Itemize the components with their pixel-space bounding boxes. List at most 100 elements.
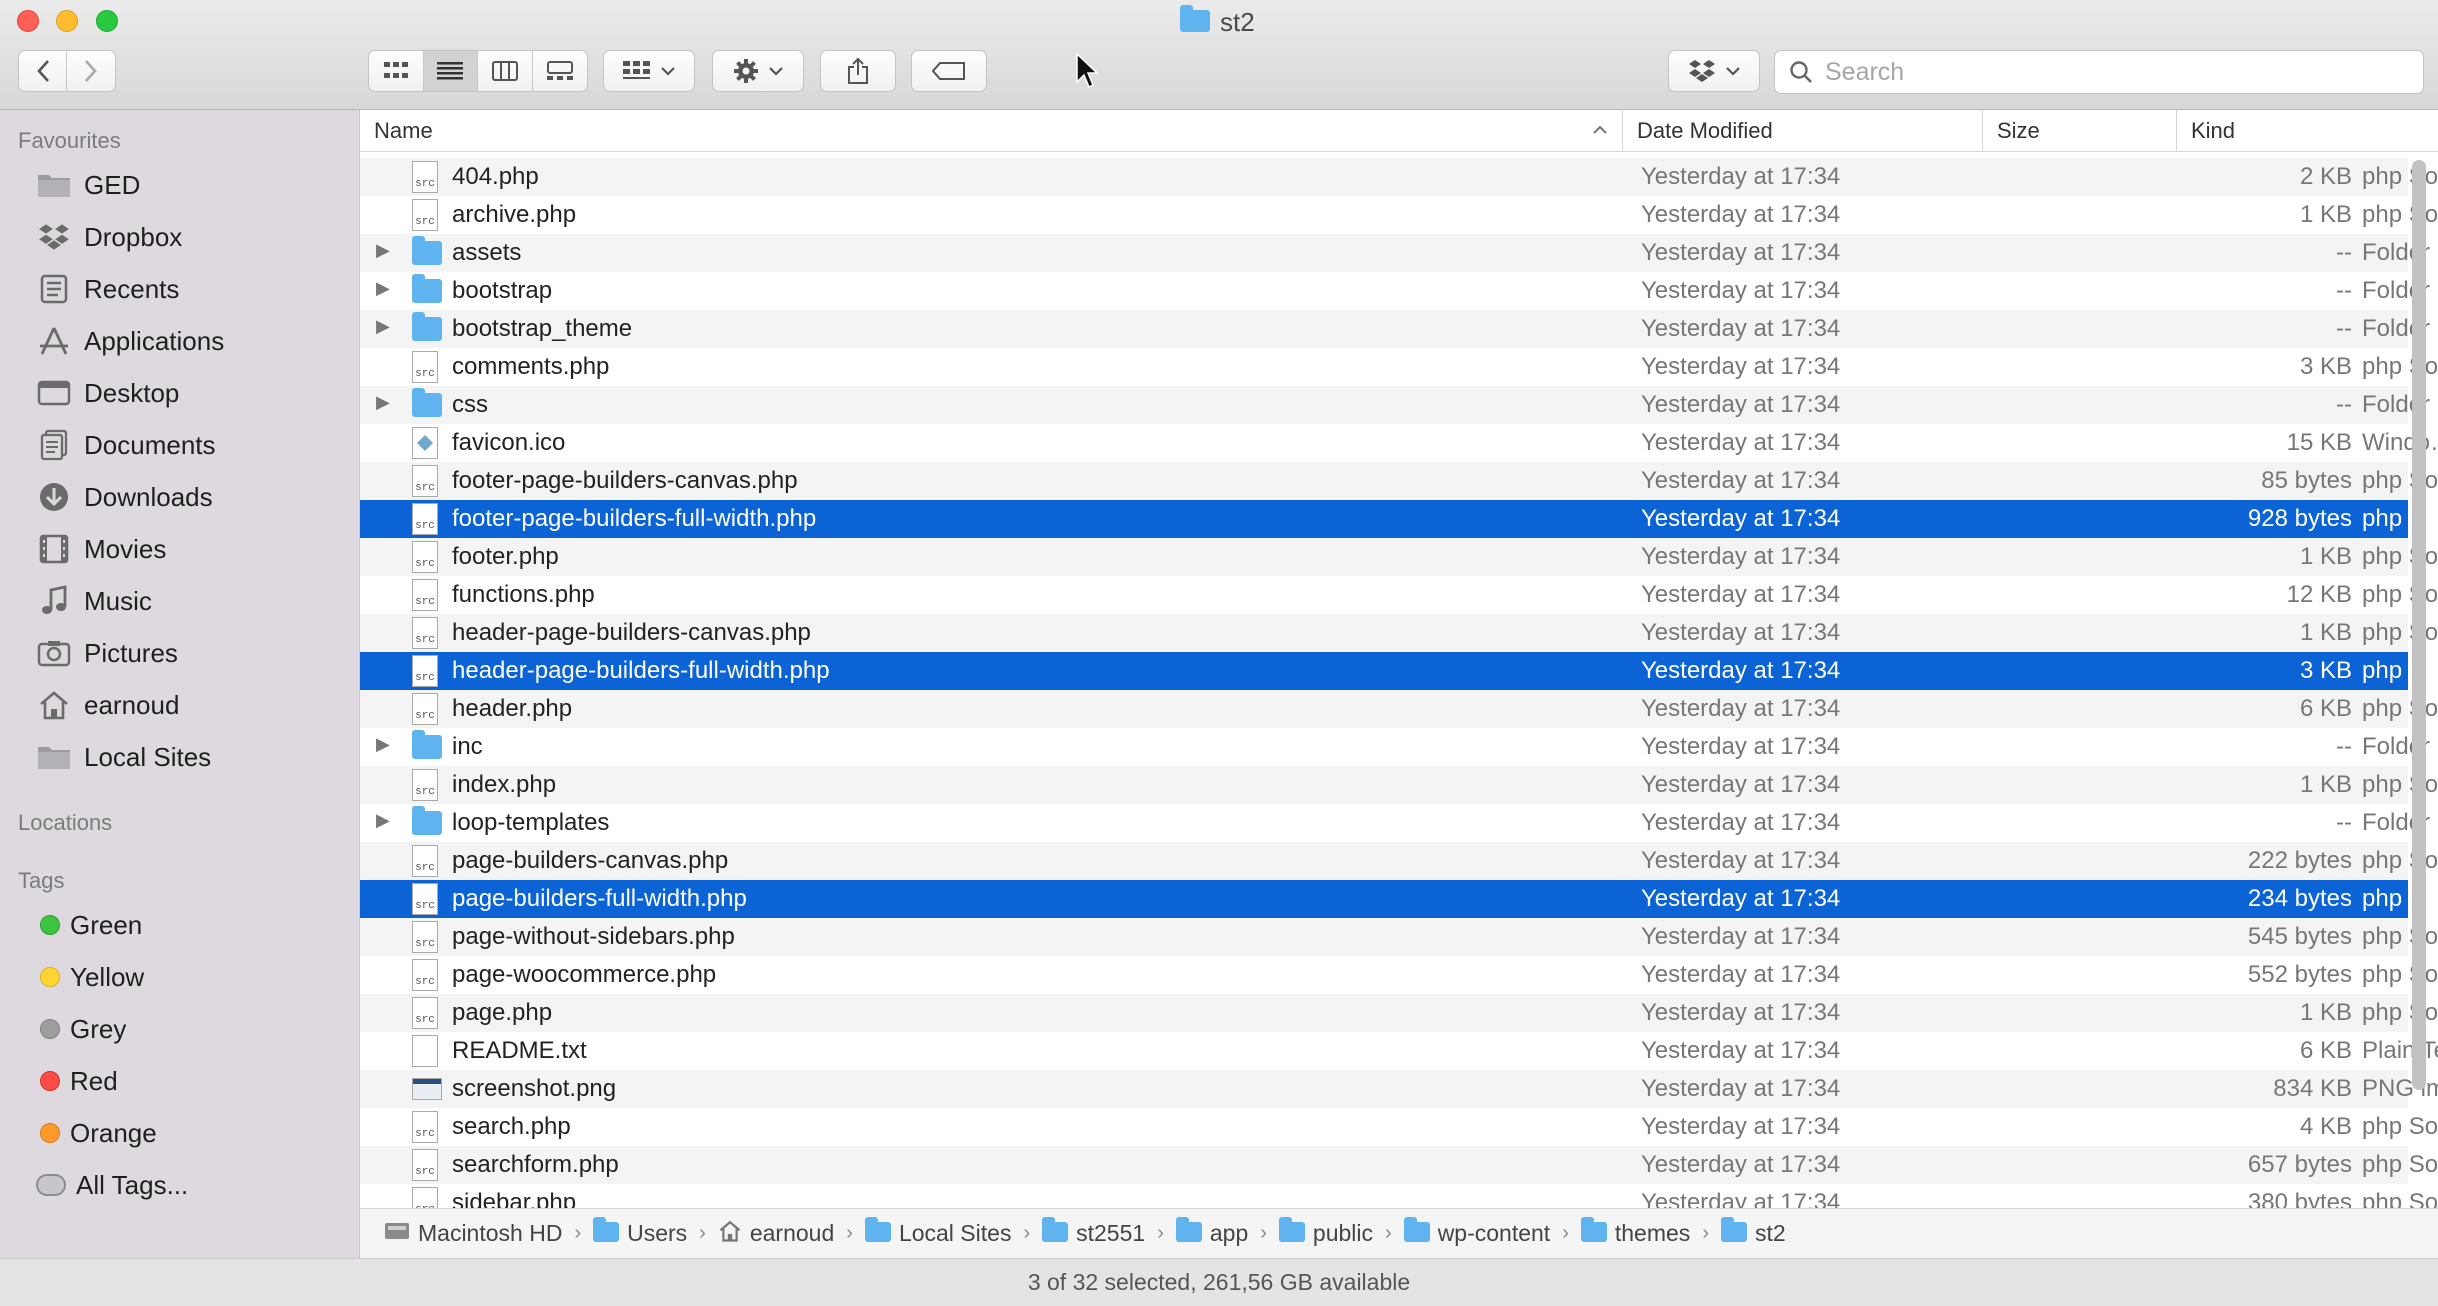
table-row[interactable]: src search.php Yesterday at 17:34 4 KB php S… xyxy=(360,1108,2438,1146)
table-row[interactable]: ▶ assets Yesterday at 17:34 -- Folder xyxy=(360,234,2430,272)
table-row[interactable]: src index.php Yesterday at 17:34 1 KB php So… xyxy=(360,766,2438,804)
table-row[interactable]: ▶ css Yesterday at 17:34 -- Folder xyxy=(360,386,2430,424)
sidebar-item-recents[interactable]: Recents xyxy=(0,264,360,314)
file-name: assets xyxy=(452,239,522,266)
table-row[interactable]: ▶ bootstrap Yesterday at 17:34 -- Folder xyxy=(360,272,2430,310)
column-view-button[interactable] xyxy=(478,51,533,91)
search-input[interactable] xyxy=(1825,57,2385,87)
path-crumb[interactable]: Users xyxy=(593,1217,687,1248)
disclosure-triangle-icon[interactable]: ▶ xyxy=(376,278,390,299)
search-field[interactable] xyxy=(1774,50,2424,94)
sidebar-heading-locations: Locations xyxy=(18,810,113,835)
sidebar-item-local-sites[interactable]: Local Sites xyxy=(0,732,360,782)
table-row[interactable]: src footer-page-builders-full-width.php Ye… xyxy=(360,500,2438,538)
table-row[interactable]: src page-without-sidebars.php Yesterday at… xyxy=(360,918,2438,956)
table-row[interactable]: src footer-page-builders-canvas.php Yester… xyxy=(360,462,2438,500)
sidebar-tag-grey[interactable]: Grey xyxy=(0,1004,360,1054)
path-crumb[interactable]: app xyxy=(1175,1217,1248,1248)
sidebar-item-pictures[interactable]: Pictures xyxy=(0,628,360,678)
column-header-date-modified[interactable]: Date Modified xyxy=(1622,110,1982,152)
path-crumb[interactable]: Macintosh HD xyxy=(384,1220,562,1248)
applications-icon xyxy=(34,324,74,358)
file-date-modified: Yesterday at 17:34 xyxy=(1641,353,1841,380)
sidebar-item-applications[interactable]: Applications xyxy=(0,316,360,366)
disclosure-triangle-icon[interactable]: ▶ xyxy=(376,240,390,261)
path-crumb[interactable]: wp-content xyxy=(1403,1217,1550,1248)
folder-icon xyxy=(412,274,442,307)
file-name: favicon.ico xyxy=(452,429,566,456)
table-row[interactable]: favicon.ico Yesterday at 17:34 15 KB Windo…… xyxy=(360,424,2438,462)
sidebar-tag-green[interactable]: Green xyxy=(0,900,360,950)
sidebar-item-documents[interactable]: Documents xyxy=(0,420,360,470)
column-header-size[interactable]: Size xyxy=(1982,110,2176,152)
dropbox-menu-button[interactable] xyxy=(1668,50,1760,92)
source-file-icon: src xyxy=(412,199,442,231)
path-crumb[interactable]: st2551 xyxy=(1042,1217,1145,1248)
column-header-kind[interactable]: Kind xyxy=(2176,110,2438,152)
sidebar-tag-orange[interactable]: Orange xyxy=(0,1108,360,1158)
close-window-button[interactable] xyxy=(17,10,39,32)
zoom-window-button[interactable] xyxy=(96,10,118,32)
table-row[interactable]: ▶ loop-templates Yesterday at 17:34 -- Folde… xyxy=(360,804,2430,842)
sidebar-item-ged[interactable]: GED xyxy=(0,160,360,210)
table-row[interactable]: src functions.php Yesterday at 17:34 12 KB p… xyxy=(360,576,2438,614)
back-button[interactable] xyxy=(19,51,68,91)
table-row[interactable]: README.txt Yesterday at 17:34 6 KB Plain Te… xyxy=(360,1032,2438,1070)
table-row[interactable]: src footer.php Yesterday at 17:34 1 KB php S… xyxy=(360,538,2438,576)
file-date-modified: Yesterday at 17:34 xyxy=(1641,847,1841,874)
table-row[interactable]: src archive.php Yesterday at 17:34 1 KB php … xyxy=(360,196,2438,234)
sidebar-item-dropbox[interactable]: Dropbox xyxy=(0,212,360,262)
table-row[interactable]: src page-builders-canvas.php Yesterday at … xyxy=(360,842,2438,880)
table-row[interactable]: screenshot.png Yesterday at 17:34 834 KB PN… xyxy=(360,1070,2438,1108)
disclosure-triangle-icon[interactable]: ▶ xyxy=(376,392,390,413)
disclosure-triangle-icon[interactable]: ▶ xyxy=(376,734,390,755)
path-crumb[interactable]: earnoud xyxy=(718,1220,834,1248)
path-crumb[interactable]: themes xyxy=(1580,1217,1690,1248)
file-size: 1 KB xyxy=(2299,619,2352,646)
list-view-button[interactable] xyxy=(423,51,478,91)
file-date-modified: Yesterday at 17:34 xyxy=(1641,315,1841,342)
sidebar-item-desktop[interactable]: Desktop xyxy=(0,368,360,418)
minimize-window-button[interactable] xyxy=(56,10,78,32)
path-crumb-label: Macintosh HD xyxy=(418,1220,563,1246)
table-row[interactable]: ▶ bootstrap_theme Yesterday at 17:34 -- Fold… xyxy=(360,310,2430,348)
edit-tags-button[interactable] xyxy=(911,50,987,92)
path-crumb[interactable]: st2 xyxy=(1720,1217,1786,1248)
column-header-name[interactable]: Name xyxy=(360,110,1622,152)
path-crumb[interactable]: Local Sites xyxy=(864,1217,1011,1248)
table-row[interactable]: src comments.php Yesterday at 17:34 3 KB php… xyxy=(360,348,2438,386)
sidebar: Favourites GED Dropbox Recents Applicati… xyxy=(0,110,360,1262)
sidebar-item-earnoud[interactable]: earnoud xyxy=(0,680,360,730)
icon-view-button[interactable] xyxy=(369,51,424,91)
gallery-view-button[interactable] xyxy=(533,51,588,91)
table-row[interactable]: src 404.php Yesterday at 17:34 2 KB php Sour… xyxy=(360,158,2438,196)
disclosure-triangle-icon[interactable]: ▶ xyxy=(376,810,390,831)
downloads-icon xyxy=(34,480,74,514)
table-row[interactable]: src page.php Yesterday at 17:34 1 KB php Sou… xyxy=(360,994,2438,1032)
forward-button[interactable] xyxy=(67,51,115,91)
table-row[interactable]: ▶ inc Yesterday at 17:34 -- Folder xyxy=(360,728,2430,766)
image-file-icon xyxy=(412,1073,442,1105)
table-row[interactable]: src page-woocommerce.php Yesterday at 17:3… xyxy=(360,956,2438,994)
table-row[interactable]: src page-builders-full-width.php Yesterday… xyxy=(360,880,2438,918)
table-row[interactable]: src header-page-builders-canvas.php Yester… xyxy=(360,614,2438,652)
sidebar-tag-red[interactable]: Red xyxy=(0,1056,360,1106)
sidebar-item-downloads[interactable]: Downloads xyxy=(0,472,360,522)
sidebar-item-music[interactable]: Music xyxy=(0,576,360,626)
table-row[interactable]: src header.php Yesterday at 17:34 6 KB php S… xyxy=(360,690,2438,728)
action-menu-button[interactable] xyxy=(712,50,804,92)
group-by-button[interactable] xyxy=(603,50,695,92)
table-row[interactable]: src sidebar.php Yesterday at 17:34 380 byte… xyxy=(360,1184,2438,1208)
sidebar-tag-yellow[interactable]: Yellow xyxy=(0,952,360,1002)
vertical-scrollbar[interactable] xyxy=(2412,160,2426,1090)
recents-icon xyxy=(34,272,74,306)
table-row[interactable]: src searchform.php Yesterday at 17:34 657 b… xyxy=(360,1146,2438,1184)
table-row[interactable]: src header-page-builders-full-width.php Ye… xyxy=(360,652,2438,690)
file-date-modified: Yesterday at 17:34 xyxy=(1641,581,1841,608)
path-crumb[interactable]: public xyxy=(1278,1217,1373,1248)
sidebar-item-movies[interactable]: Movies xyxy=(0,524,360,574)
share-button[interactable] xyxy=(820,50,896,92)
disclosure-triangle-icon[interactable]: ▶ xyxy=(376,316,390,337)
sidebar-all-tags[interactable]: All Tags... xyxy=(0,1160,360,1210)
file-size: 657 bytes xyxy=(2247,1151,2352,1178)
